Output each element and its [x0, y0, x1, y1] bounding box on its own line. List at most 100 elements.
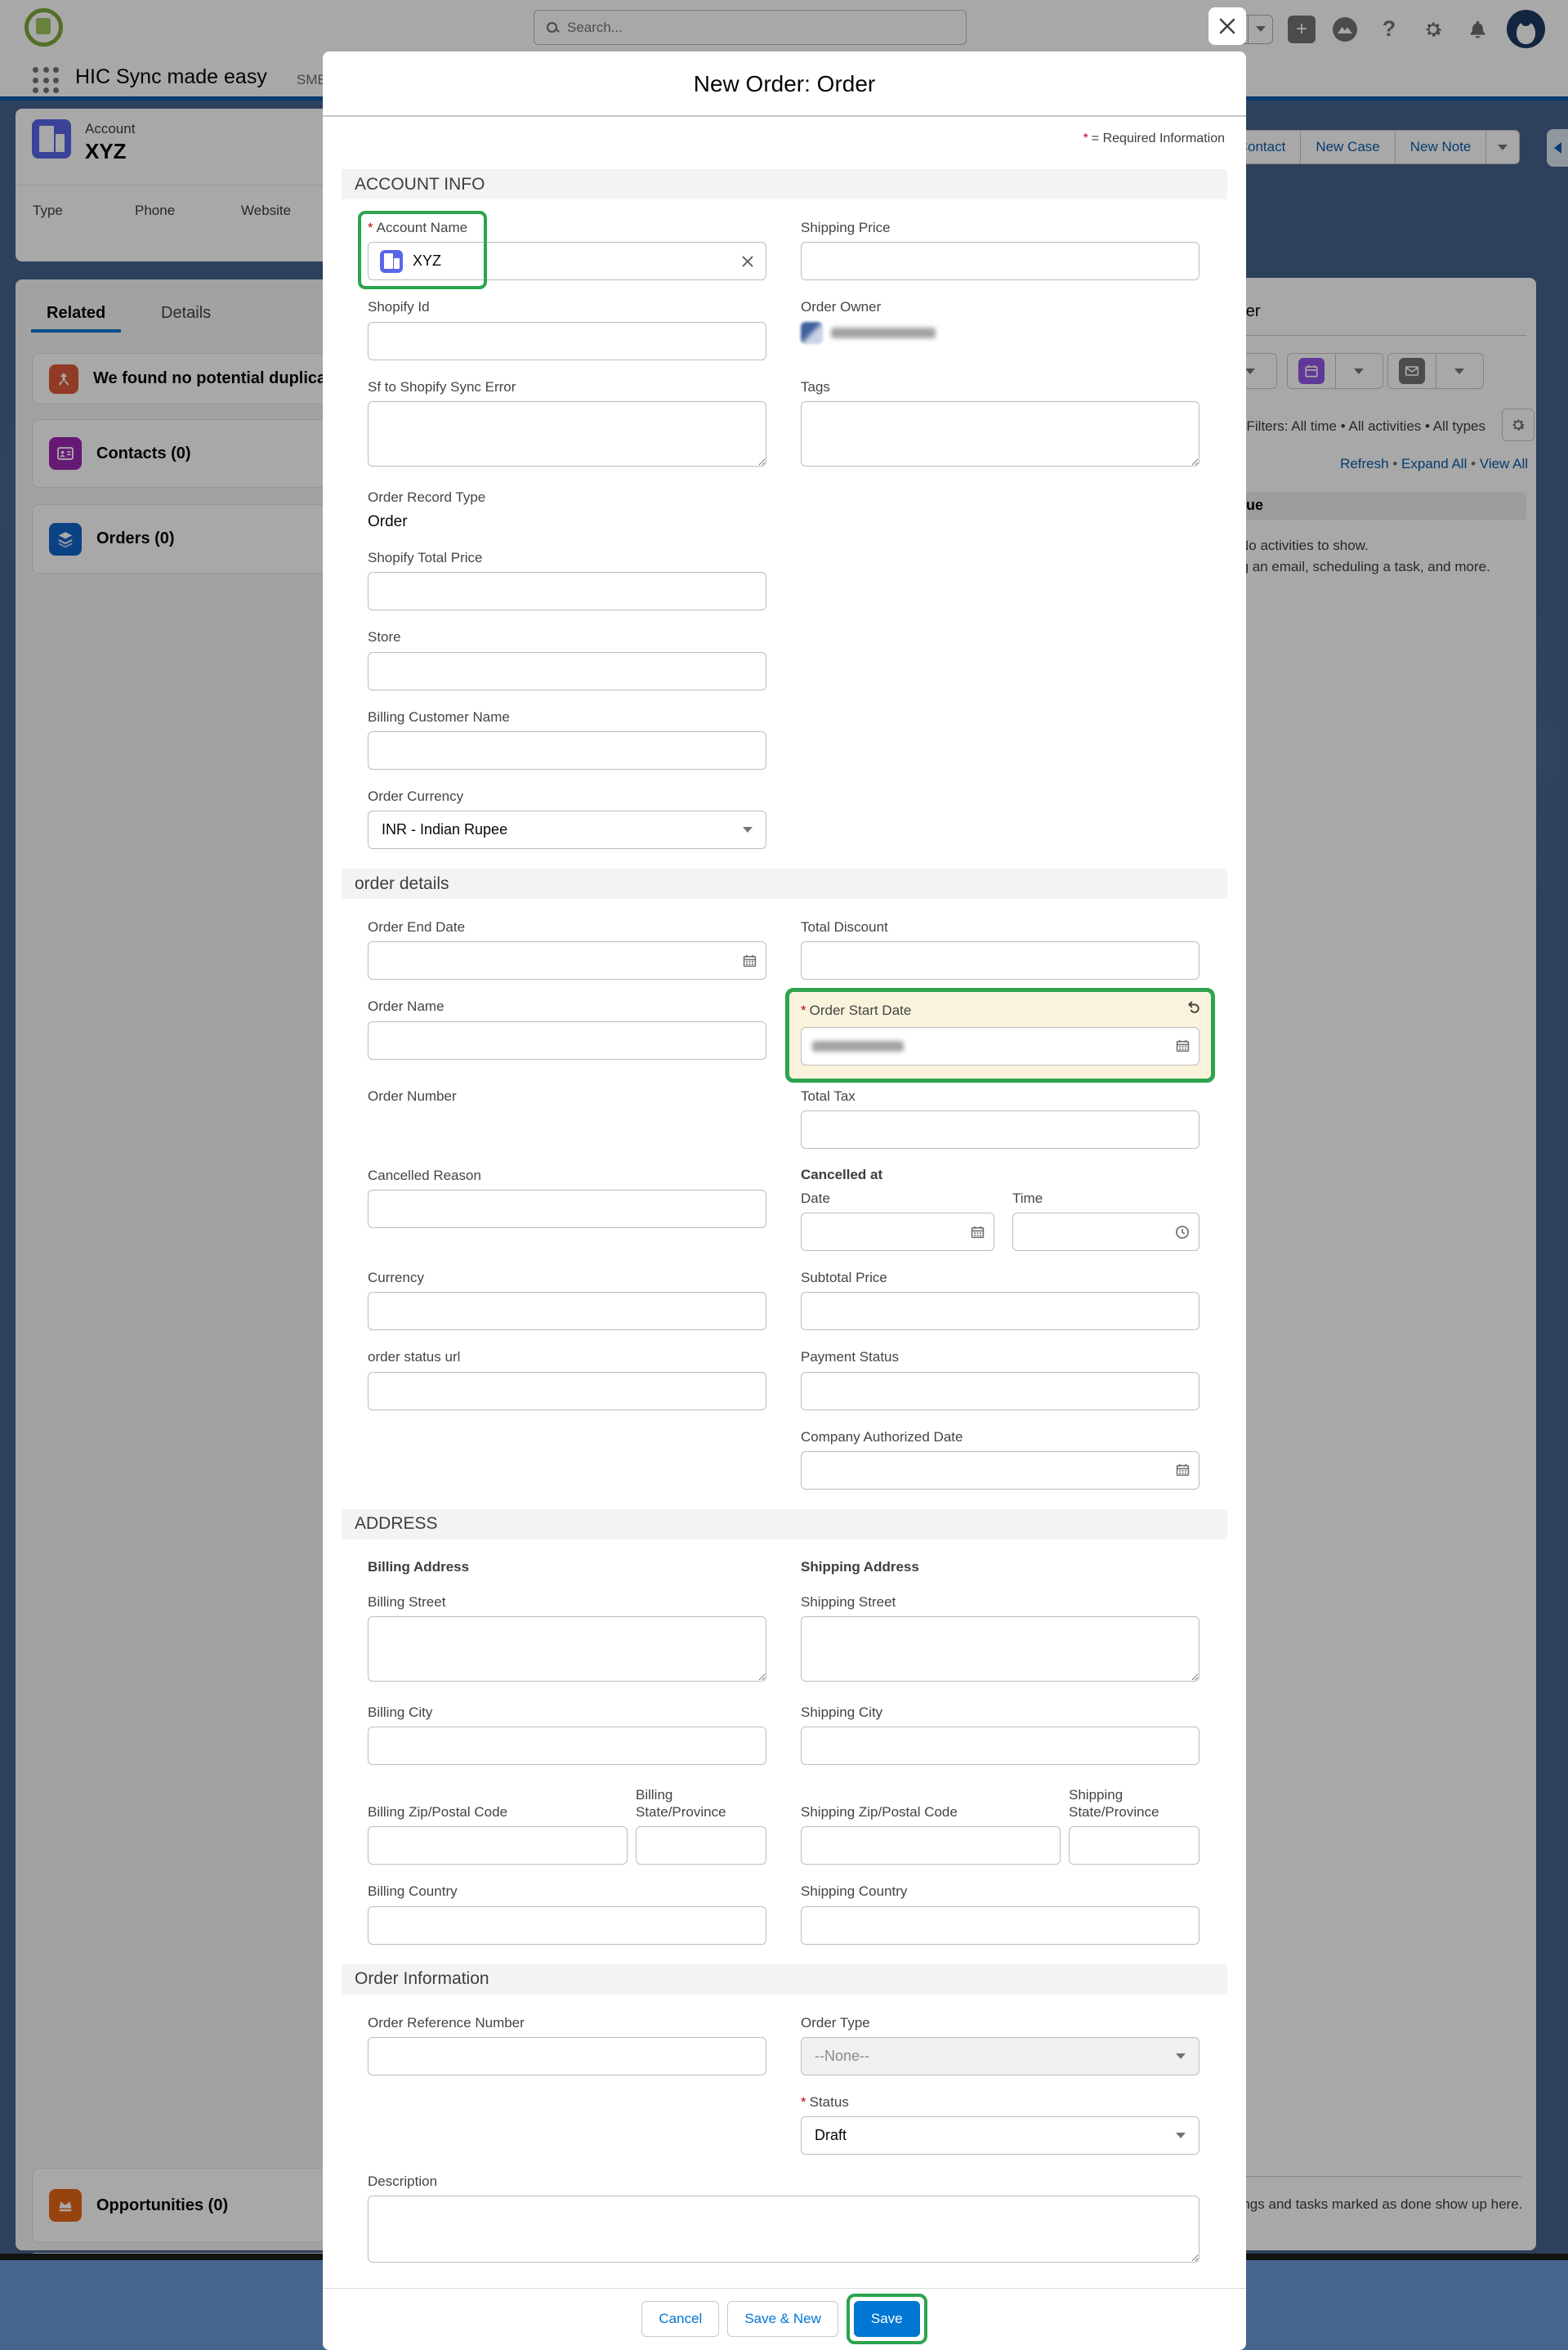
- order-record-type-value: Order: [368, 512, 766, 531]
- field-subtotal-price: Subtotal Price: [801, 1269, 1199, 1330]
- shipping-street-textarea[interactable]: [801, 1616, 1199, 1682]
- account-name-lookup[interactable]: XYZ: [368, 242, 766, 280]
- save-annotation-box: Save: [847, 2294, 927, 2344]
- billing-zip-input[interactable]: [368, 1826, 628, 1865]
- billing-state-input[interactable]: [636, 1826, 766, 1865]
- undo-icon[interactable]: [1186, 1000, 1201, 1019]
- field-billing-customer-name: Billing Customer Name: [368, 708, 766, 770]
- save-and-new-button[interactable]: Save & New: [727, 2301, 838, 2337]
- order-end-date-input[interactable]: [368, 941, 766, 980]
- calendar-icon[interactable]: [971, 1225, 985, 1239]
- cancelled-time-input[interactable]: [1012, 1213, 1199, 1251]
- field-sync-error: Sf to Shopify Sync Error: [368, 378, 766, 471]
- field-payment-status: Payment Status: [801, 1348, 1199, 1410]
- shopify-total-price-input[interactable]: [368, 572, 766, 610]
- section-order-details: order details: [342, 869, 1227, 899]
- section-account-info: ACCOUNT INFO: [342, 169, 1227, 199]
- calendar-icon[interactable]: [1176, 1039, 1190, 1053]
- clock-icon[interactable]: [1175, 1225, 1190, 1240]
- billing-address-header: Billing Address: [368, 1559, 766, 1575]
- new-order-modal: New Order: Order *= Required Information…: [323, 51, 1246, 2350]
- field-billing-zip-state: Billing Zip/Postal Code Billing State/Pr…: [368, 1783, 766, 1865]
- field-shopify-id: Shopify Id: [368, 298, 766, 360]
- remove-selection-icon[interactable]: [741, 255, 754, 268]
- company-authorized-date-input[interactable]: [801, 1451, 1199, 1490]
- calendar-icon[interactable]: [743, 954, 757, 967]
- field-order-number: Order Number: [368, 1088, 766, 1149]
- field-billing-street: Billing Street: [368, 1593, 766, 1686]
- total-discount-input[interactable]: [801, 941, 1199, 980]
- field-order-end-date: Order End Date: [368, 918, 766, 980]
- field-order-owner: Order Owner: [801, 298, 1199, 360]
- field-order-start-date: *Order Start Date: [801, 998, 1199, 1069]
- field-company-authorized-date: Company Authorized Date: [801, 1428, 1199, 1490]
- description-textarea[interactable]: [368, 2196, 1199, 2263]
- cancelled-date-input[interactable]: [801, 1213, 994, 1251]
- field-shipping-price: Shipping Price: [801, 219, 1199, 280]
- status-select[interactable]: Draft: [801, 2116, 1199, 2155]
- order-name-input[interactable]: [368, 1021, 766, 1060]
- order-owner-avatar: [801, 322, 823, 344]
- field-order-currency: Order Currency INR - Indian Rupee: [368, 788, 766, 849]
- order-start-date-value-redacted: [812, 1041, 904, 1052]
- order-start-date-highlight: *Order Start Date: [785, 988, 1215, 1082]
- section-address: ADDRESS: [342, 1509, 1227, 1539]
- cancel-button[interactable]: Cancel: [641, 2301, 719, 2337]
- account-pill-icon: [380, 250, 403, 273]
- total-tax-input[interactable]: [801, 1110, 1199, 1149]
- calendar-icon[interactable]: [1176, 1463, 1190, 1477]
- shopify-id-input[interactable]: [368, 322, 766, 360]
- field-store: Store: [368, 628, 766, 690]
- sync-error-textarea[interactable]: [368, 401, 766, 467]
- field-account-name: *Account Name XYZ: [368, 219, 766, 280]
- field-shipping-country: Shipping Country: [801, 1883, 1199, 1944]
- field-order-status-url: order status url: [368, 1348, 766, 1410]
- section-order-information: Order Information: [342, 1964, 1227, 1995]
- account-pill-value: XYZ: [413, 252, 731, 270]
- field-order-record-type: Order Record Type Order: [368, 489, 766, 531]
- order-reference-number-input[interactable]: [368, 2037, 766, 2075]
- modal-footer: Cancel Save & New Save: [323, 2288, 1246, 2350]
- field-total-discount: Total Discount: [801, 918, 1199, 980]
- shipping-price-input[interactable]: [801, 242, 1199, 280]
- billing-customer-name-input[interactable]: [368, 731, 766, 770]
- modal-close-button[interactable]: [1208, 7, 1246, 45]
- field-order-reference-number: Order Reference Number: [368, 2014, 766, 2075]
- save-button[interactable]: Save: [854, 2301, 920, 2337]
- field-tags: Tags: [801, 378, 1199, 471]
- field-shipping-street: Shipping Street: [801, 1593, 1199, 1686]
- field-billing-country: Billing Country: [368, 1883, 766, 1944]
- subtotal-price-input[interactable]: [801, 1292, 1199, 1330]
- required-info-note: *= Required Information: [323, 117, 1246, 150]
- field-status: *Status Draft: [801, 2093, 1199, 2155]
- field-cancelled-at: Cancelled at Date Time: [801, 1167, 1199, 1251]
- billing-street-textarea[interactable]: [368, 1616, 766, 1682]
- shipping-state-input[interactable]: [1069, 1826, 1199, 1865]
- order-type-select[interactable]: --None--: [801, 2037, 1199, 2075]
- shipping-city-input[interactable]: [801, 1727, 1199, 1765]
- currency-input[interactable]: [368, 1292, 766, 1330]
- field-shopify-total-price: Shopify Total Price: [368, 549, 766, 610]
- field-shipping-zip-state: Shipping Zip/Postal Code Shipping State/…: [801, 1783, 1199, 1865]
- modal-title: New Order: Order: [323, 51, 1246, 117]
- tags-textarea[interactable]: [801, 401, 1199, 467]
- field-cancelled-reason: Cancelled Reason: [368, 1167, 766, 1251]
- field-shipping-city: Shipping City: [801, 1704, 1199, 1765]
- shipping-zip-input[interactable]: [801, 1826, 1061, 1865]
- field-currency: Currency: [368, 1269, 766, 1330]
- order-currency-select[interactable]: INR - Indian Rupee: [368, 811, 766, 849]
- billing-country-input[interactable]: [368, 1906, 766, 1945]
- field-total-tax: Total Tax: [801, 1088, 1199, 1149]
- order-owner-name-redacted: [831, 328, 936, 338]
- shipping-address-header: Shipping Address: [801, 1559, 1199, 1575]
- shipping-country-input[interactable]: [801, 1906, 1199, 1945]
- field-description: Description: [368, 2173, 1199, 2267]
- cancelled-reason-input[interactable]: [368, 1190, 766, 1228]
- store-input[interactable]: [368, 652, 766, 690]
- field-order-type: Order Type --None--: [801, 2014, 1199, 2075]
- field-order-name: Order Name: [368, 998, 766, 1069]
- field-billing-city: Billing City: [368, 1704, 766, 1765]
- order-status-url-input[interactable]: [368, 1372, 766, 1410]
- payment-status-input[interactable]: [801, 1372, 1199, 1410]
- billing-city-input[interactable]: [368, 1727, 766, 1765]
